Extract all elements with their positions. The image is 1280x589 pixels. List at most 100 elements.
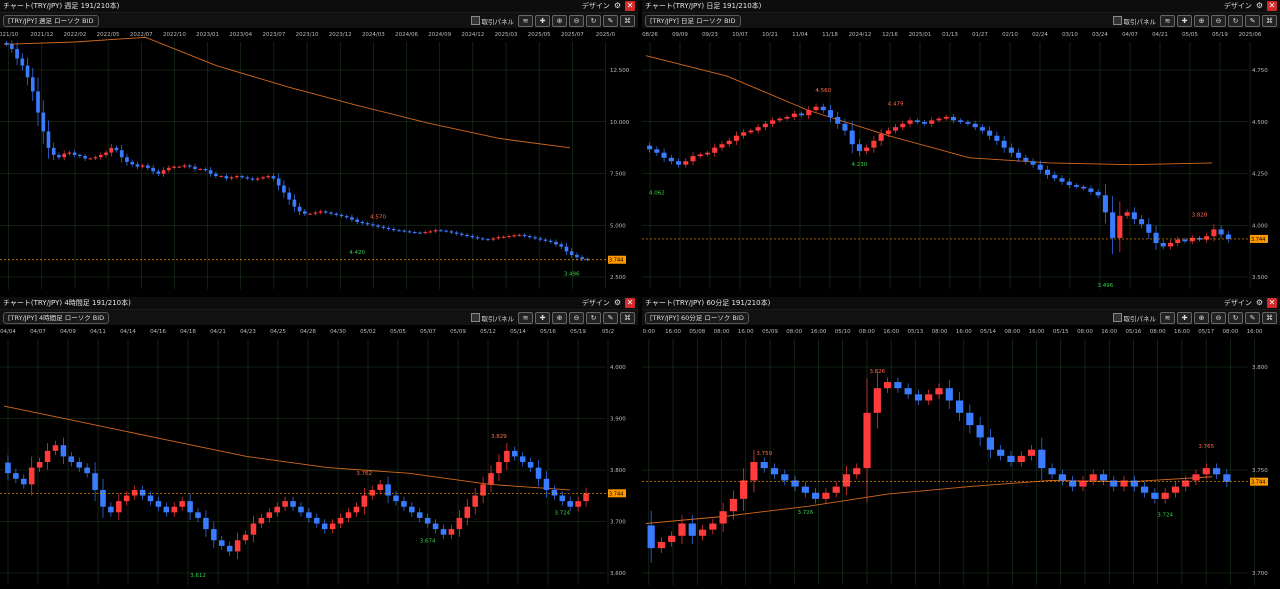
refresh-icon[interactable]: ↻ — [586, 311, 601, 324]
candle-body — [20, 58, 25, 66]
candle-body — [78, 154, 82, 157]
x-tick-label: 2024/03 — [362, 32, 385, 38]
trade-panel-checkbox[interactable] — [470, 16, 480, 25]
draw-icon[interactable]: ✎ — [1245, 311, 1260, 324]
x-tick-label: 05/05 — [1182, 32, 1198, 38]
candle-body — [1089, 474, 1097, 481]
design-button[interactable]: デザイン — [582, 298, 610, 308]
candle-body — [36, 91, 40, 113]
trade-panel-checkbox[interactable] — [1112, 16, 1122, 25]
candle-body — [1059, 178, 1065, 182]
gear-icon[interactable]: ⚙ — [1256, 298, 1263, 308]
crosshair-icon[interactable]: ✚ — [535, 311, 550, 324]
crosshair-icon[interactable]: ✚ — [535, 14, 550, 27]
candle-body — [820, 106, 826, 111]
candle-body — [1218, 229, 1224, 235]
close-icon[interactable]: ✕ — [625, 298, 635, 308]
candle-body — [1192, 474, 1200, 481]
candle-body — [193, 166, 197, 170]
current-price-label: 3.744 — [1251, 480, 1265, 486]
panel-titlebar[interactable]: チャート(TRY/JPY) 60分足 191/210本) デザイン ⚙ ✕ — [642, 297, 1280, 310]
symbol-select[interactable]: [TRY/JPY] 4時間足 ローソク BID — [3, 312, 110, 324]
crosshair-icon[interactable]: ✚ — [1177, 311, 1192, 324]
close-icon[interactable]: ✕ — [1267, 298, 1277, 308]
zoom-out-icon[interactable]: ⊖ — [569, 14, 584, 27]
x-tick-label: 2025/05 — [528, 32, 551, 38]
trade-panel-checkbox[interactable] — [470, 313, 480, 322]
tools-icon[interactable]: ⌘ — [1262, 14, 1277, 27]
panel-titlebar[interactable]: チャート(TRY/JPY) 週足 191/210本) デザイン ⚙ ✕ — [0, 0, 638, 13]
panel-titlebar[interactable]: チャート(TRY/JPY) 日足 191/210本) デザイン ⚙ ✕ — [642, 0, 1280, 13]
refresh-icon[interactable]: ↻ — [1228, 311, 1243, 324]
y-tick-label: 5.000 — [610, 223, 626, 229]
gear-icon[interactable]: ⚙ — [1256, 1, 1263, 11]
x-tick-label: 04/18 — [180, 329, 196, 335]
zoom-in-icon[interactable]: ⊕ — [1194, 14, 1209, 27]
x-tick-label: 2024/09 — [428, 32, 451, 38]
x-tick-label: 04/09 — [60, 329, 76, 335]
candle-body — [219, 176, 223, 178]
panel-titlebar[interactable]: チャート(TRY/JPY) 4時間足 191/210本) デザイン ⚙ ✕ — [0, 297, 638, 310]
draw-icon[interactable]: ✎ — [1245, 14, 1260, 27]
tools-icon[interactable]: ⌘ — [620, 311, 635, 324]
x-tick-label: 04/14 — [120, 329, 136, 335]
chart-area[interactable]: 04/04 04/07 04/09 04/11 04/14 04/16 04/18 04/21… — [0, 325, 638, 589]
gear-icon[interactable]: ⚙ — [614, 1, 621, 11]
close-icon[interactable]: ✕ — [1267, 1, 1277, 11]
zoom-in-icon[interactable]: ⊕ — [1194, 311, 1209, 324]
symbol-select[interactable]: [TRY/JPY] 週足 ローソク BID — [3, 15, 99, 27]
close-icon[interactable]: ✕ — [625, 1, 635, 11]
y-tick-label: 3.750 — [1252, 468, 1268, 474]
indicator-icon[interactable]: ≋ — [518, 14, 533, 27]
symbol-select[interactable]: [TRY/JPY] 日足 ローソク BID — [645, 15, 741, 27]
zoom-out-icon[interactable]: ⊖ — [1211, 14, 1226, 27]
candle-body — [849, 130, 855, 145]
price-annotation: 3.612 — [190, 573, 206, 579]
refresh-icon[interactable]: ↻ — [586, 14, 601, 27]
chart-area[interactable]: 08/26 09/09 09/23 10/07 10/21 11/04 11/18 2024/… — [642, 28, 1280, 293]
candle-body — [393, 495, 399, 502]
x-tick-label: 16:00 — [1029, 329, 1045, 335]
candle-body — [163, 506, 170, 513]
crosshair-icon[interactable]: ✚ — [1177, 14, 1192, 27]
gear-icon[interactable]: ⚙ — [614, 298, 621, 308]
candle-body — [195, 512, 201, 518]
candle-body — [306, 512, 312, 518]
design-button[interactable]: デザイン — [582, 1, 610, 11]
chart-area[interactable]: 021/10 2021/12 2022/02 2022/05 2022/07 2022/1… — [0, 28, 638, 293]
candle-body — [750, 462, 758, 481]
draw-icon[interactable]: ✎ — [603, 311, 618, 324]
tools-icon[interactable]: ⌘ — [1262, 311, 1277, 324]
zoom-out-icon[interactable]: ⊖ — [1211, 311, 1226, 324]
indicator-icon[interactable]: ≋ — [1160, 311, 1175, 324]
indicator-icon[interactable]: ≋ — [1160, 14, 1175, 27]
chart-toolbar: [TRY/JPY] 60分足 ローソク BID 取引パネル ≋ ✚ ⊕ ⊖ ↻ … — [642, 310, 1280, 325]
price-annotation: 3.724 — [1157, 512, 1173, 518]
candle-body — [567, 501, 573, 507]
x-tick-label: 08/26 — [642, 32, 658, 38]
candle-body — [67, 152, 72, 154]
chart-area[interactable]: 0:00 16:00 05/08 08:00 16:00 05/09 08:00 16:00 0… — [642, 325, 1280, 589]
indicator-icon[interactable]: ≋ — [518, 311, 533, 324]
x-tick-label: 16:00 — [1174, 329, 1190, 335]
zoom-out-icon[interactable]: ⊖ — [569, 311, 584, 324]
x-tick-label: 05/09 — [762, 329, 778, 335]
candle-body — [155, 501, 162, 507]
x-tick-label: 04/28 — [300, 329, 316, 335]
candle-body — [668, 535, 676, 542]
design-button[interactable]: デザイン — [1224, 1, 1252, 11]
design-button[interactable]: デザイン — [1224, 298, 1252, 308]
zoom-in-icon[interactable]: ⊕ — [552, 311, 567, 324]
candle-body — [559, 244, 564, 247]
refresh-icon[interactable]: ↻ — [1228, 14, 1243, 27]
zoom-in-icon[interactable]: ⊕ — [552, 14, 567, 27]
symbol-select[interactable]: [TRY/JPY] 60分足 ローソク BID — [645, 312, 749, 324]
x-tick-label: 0:00 — [643, 329, 656, 335]
candle-body — [921, 122, 928, 124]
trade-panel-checkbox[interactable] — [1112, 313, 1122, 322]
candle-body — [308, 213, 312, 215]
candle-body — [832, 486, 840, 493]
candle-body — [172, 166, 176, 168]
draw-icon[interactable]: ✎ — [603, 14, 618, 27]
tools-icon[interactable]: ⌘ — [620, 14, 635, 27]
